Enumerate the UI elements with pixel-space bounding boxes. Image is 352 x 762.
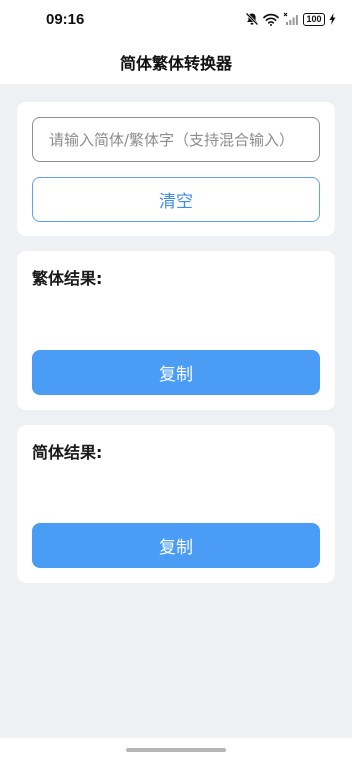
simplified-result-text xyxy=(32,469,320,519)
copy-traditional-button[interactable]: 复制 xyxy=(32,350,320,395)
status-bar: 09:16 100 xyxy=(0,0,352,40)
simplified-result-card: 简体结果: 复制 xyxy=(17,425,335,583)
mute-bell-icon xyxy=(245,12,259,26)
traditional-result-label: 繁体结果: xyxy=(32,269,103,288)
status-icons: 100 xyxy=(245,10,336,28)
text-input[interactable] xyxy=(32,117,320,162)
page-title: 简体繁体转换器 xyxy=(119,54,232,73)
copy-simplified-button[interactable]: 复制 xyxy=(32,523,320,568)
input-card: 清空 xyxy=(17,102,335,236)
navigation-bar xyxy=(0,738,352,762)
home-indicator[interactable] xyxy=(126,748,226,752)
signal-icon xyxy=(283,12,298,25)
traditional-result-text xyxy=(32,295,320,345)
battery-icon: 100 xyxy=(303,12,325,26)
traditional-result-card: 繁体结果: 复制 xyxy=(17,251,335,410)
battery-level: 100 xyxy=(306,14,322,24)
clear-button[interactable]: 清空 xyxy=(32,177,320,222)
app-header: 简体繁体转换器 xyxy=(0,40,352,84)
wifi-icon xyxy=(263,13,279,26)
simplified-result-label: 简体结果: xyxy=(32,443,103,462)
status-time: 09:16 xyxy=(46,11,85,28)
charging-icon xyxy=(329,13,336,25)
